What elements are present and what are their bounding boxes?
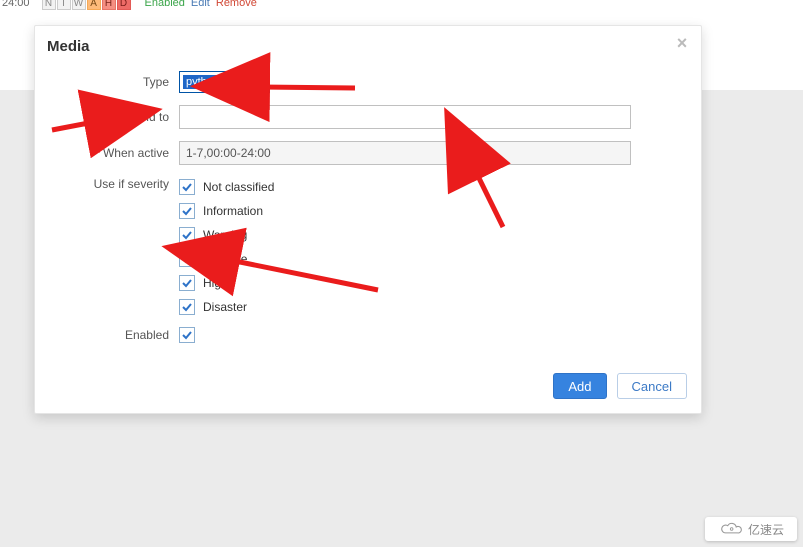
type-select-value: python email	[183, 75, 251, 89]
label-when-active: *When active	[49, 146, 179, 160]
severity-label: High	[203, 276, 228, 290]
severity-cell-h: H	[102, 0, 116, 10]
media-list-row: 24:00 N I W A H D Enabled Edit Remove	[0, 0, 257, 10]
severity-cell-n: N	[42, 0, 56, 10]
label-use-if-severity: Use if severity	[49, 177, 179, 191]
media-time-text: 24:00	[0, 0, 30, 9]
label-send-to: *Send to	[49, 110, 179, 124]
watermark-text: 亿速云	[748, 521, 784, 538]
close-icon[interactable]: ×	[673, 34, 691, 52]
severity-high[interactable]: High	[179, 275, 274, 291]
checkbox-icon	[179, 299, 195, 315]
send-to-input[interactable]	[179, 105, 631, 129]
severity-label: Average	[203, 252, 247, 266]
severity-label: Disaster	[203, 300, 247, 314]
severity-label: Information	[203, 204, 263, 218]
row-enabled: Enabled	[49, 327, 687, 343]
dialog-footer: Add Cancel	[35, 363, 701, 413]
status-enabled-text: Enabled	[145, 0, 185, 9]
checkbox-icon	[179, 179, 195, 195]
severity-warning[interactable]: Warning	[179, 227, 274, 243]
severity-cell-d: D	[117, 0, 131, 10]
row-use-if-severity: Use if severity Not classified Informati…	[49, 177, 687, 315]
add-button[interactable]: Add	[553, 373, 606, 399]
dialog-body: Type python email *Send to *When active …	[35, 65, 701, 363]
row-when-active: *When active	[49, 141, 687, 165]
label-type: Type	[49, 75, 179, 89]
severity-not-classified[interactable]: Not classified	[179, 179, 274, 195]
when-active-input[interactable]	[179, 141, 631, 165]
cancel-button[interactable]: Cancel	[617, 373, 687, 399]
type-select[interactable]: python email	[179, 71, 270, 93]
checkbox-icon	[179, 251, 195, 267]
chevron-down-icon	[253, 75, 267, 89]
severity-information[interactable]: Information	[179, 203, 274, 219]
media-dialog: Media × Type python email *Send to *When…	[34, 25, 702, 414]
severity-label: Not classified	[203, 180, 274, 194]
severity-label: Warning	[203, 228, 247, 242]
checkbox-icon	[179, 227, 195, 243]
dialog-title-text: Media	[47, 38, 90, 55]
severity-list: Not classified Information Warning Avera…	[179, 177, 274, 315]
edit-link[interactable]: Edit	[191, 0, 210, 9]
watermark: 亿速云	[705, 517, 797, 541]
severity-cell-a: A	[87, 0, 101, 10]
checkbox-icon	[179, 275, 195, 291]
remove-link[interactable]: Remove	[216, 0, 257, 9]
cloud-icon	[718, 521, 744, 537]
enabled-checkbox[interactable]	[179, 327, 195, 343]
severity-cell-w: W	[72, 0, 86, 10]
checkbox-icon	[179, 203, 195, 219]
row-type: Type python email	[49, 71, 687, 93]
severity-disaster[interactable]: Disaster	[179, 299, 274, 315]
dialog-title: Media ×	[35, 26, 701, 65]
severity-cell-i: I	[57, 0, 71, 10]
severity-average[interactable]: Average	[179, 251, 274, 267]
label-enabled: Enabled	[49, 328, 179, 342]
row-send-to: *Send to	[49, 105, 687, 129]
